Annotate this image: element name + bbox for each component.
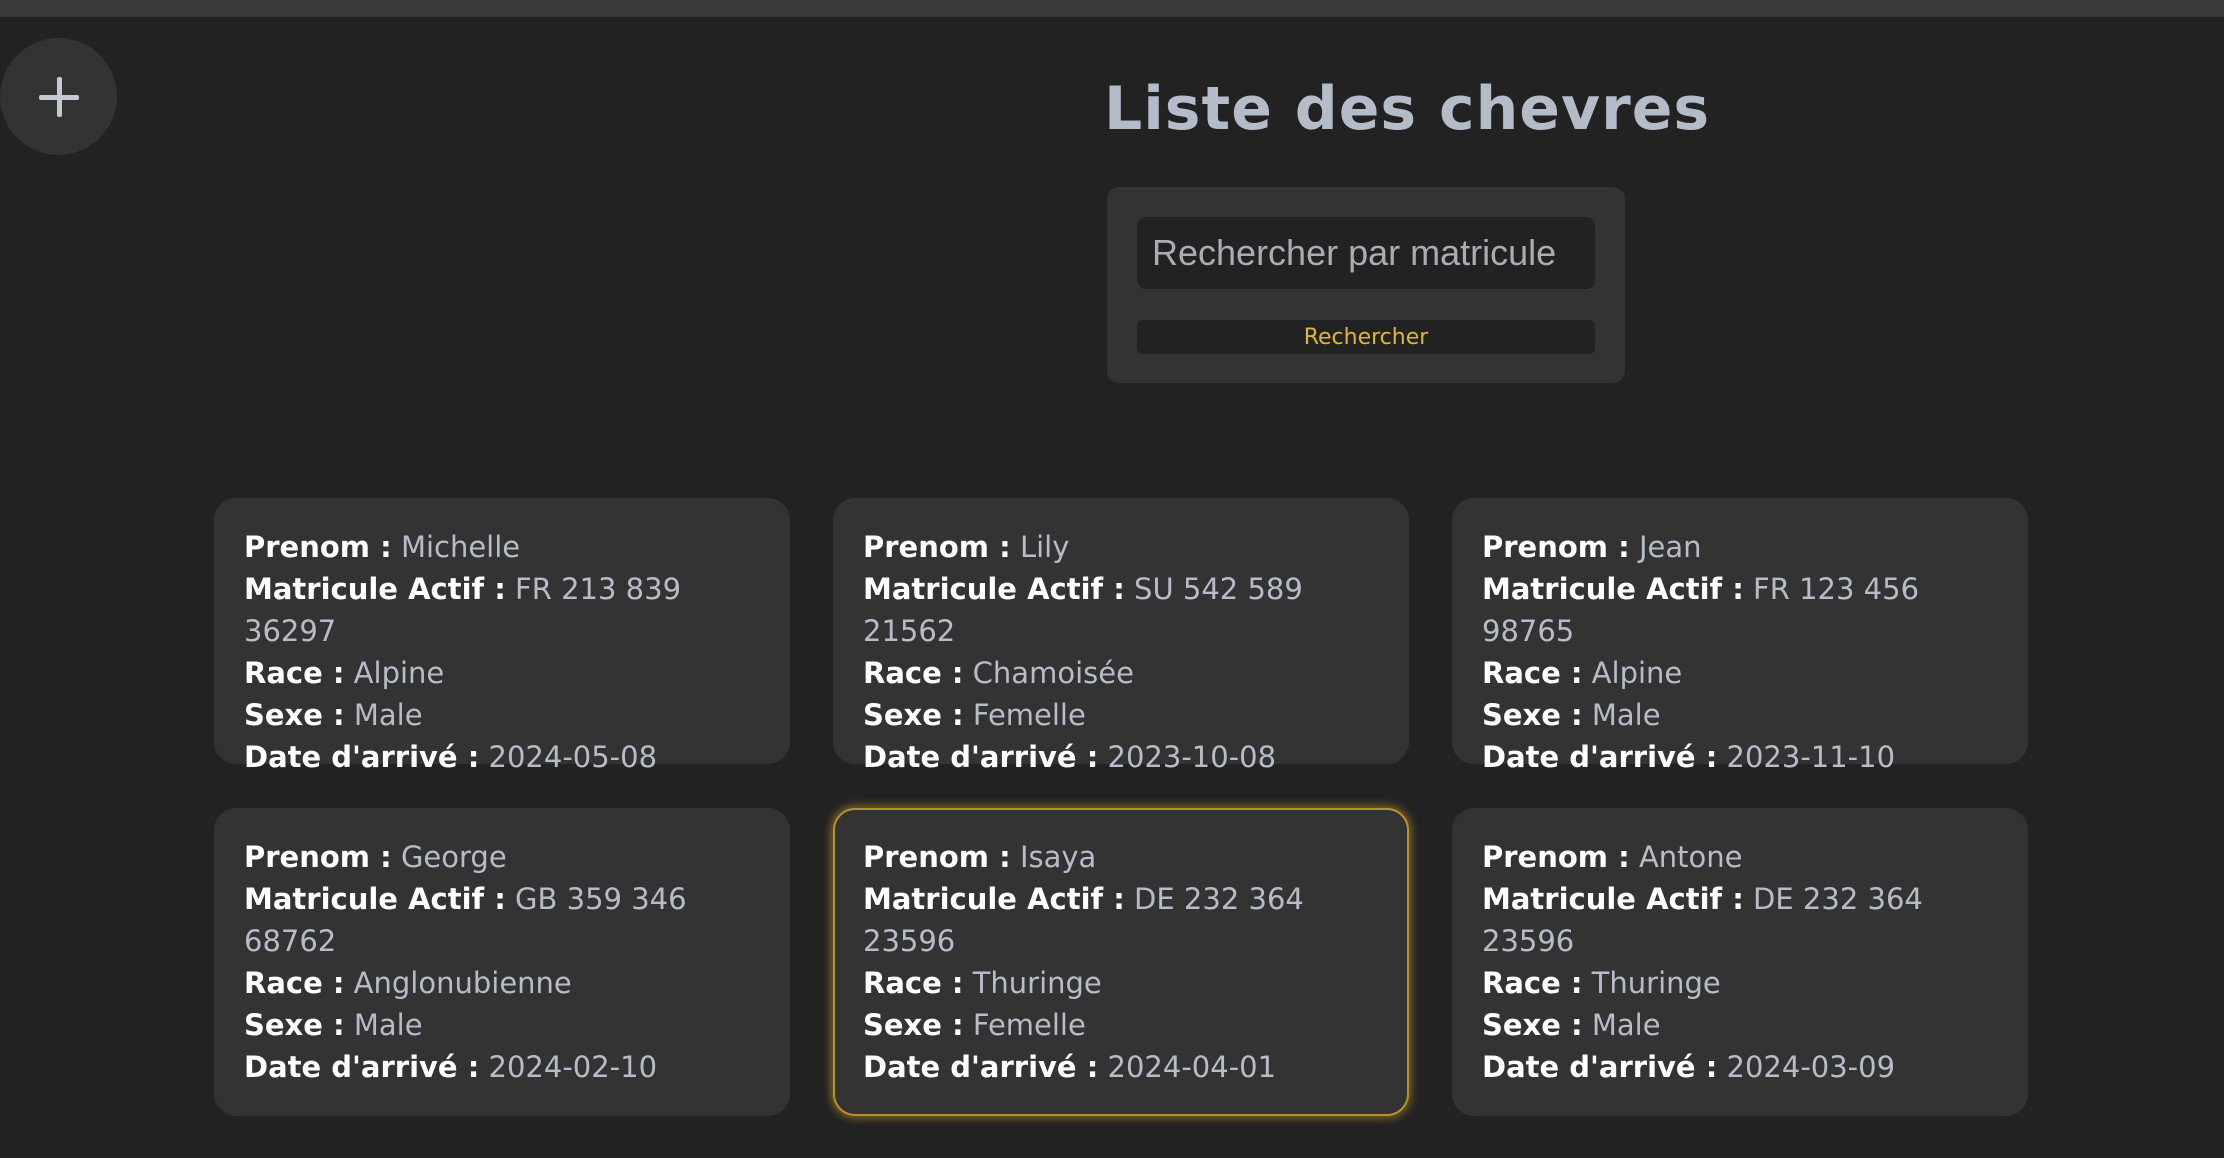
date-label: Date d'arrivé : — [1482, 740, 1718, 774]
matricule-label: Matricule Actif : — [863, 572, 1125, 606]
goat-card-grid: Prenom : Michelle Matricule Actif : FR 2… — [214, 498, 2028, 1116]
matricule-row: Matricule Actif : FR 123 456 98765 — [1482, 568, 1998, 652]
goat-card[interactable]: Prenom : George Matricule Actif : GB 359… — [214, 808, 790, 1116]
sexe-row: Sexe : Femelle — [863, 694, 1379, 736]
prenom-label: Prenom : — [244, 840, 392, 874]
date-label: Date d'arrivé : — [863, 740, 1099, 774]
date-value: 2023-11-10 — [1726, 740, 1896, 774]
goat-card[interactable]: Prenom : Lily Matricule Actif : SU 542 5… — [833, 498, 1409, 774]
race-value: Chamoisée — [972, 656, 1134, 690]
sexe-value: Male — [353, 698, 423, 732]
sexe-value: Male — [1591, 1008, 1661, 1042]
sexe-value: Male — [1591, 698, 1661, 732]
prenom-value: Isaya — [1019, 840, 1097, 874]
search-button[interactable]: Rechercher — [1137, 320, 1595, 354]
sexe-label: Sexe : — [244, 1008, 345, 1042]
date-value: 2024-05-08 — [488, 740, 658, 774]
prenom-row: Prenom : Lily — [863, 526, 1379, 568]
race-value: Alpine — [1591, 656, 1683, 690]
prenom-row: Prenom : Jean — [1482, 526, 1998, 568]
date-value: 2023-10-08 — [1107, 740, 1277, 774]
matricule-label: Matricule Actif : — [244, 882, 506, 916]
prenom-label: Prenom : — [1482, 530, 1630, 564]
goat-card-selected[interactable]: Prenom : Isaya Matricule Actif : DE 232 … — [833, 808, 1409, 1116]
prenom-value: Antone — [1638, 840, 1743, 874]
goat-card[interactable]: Prenom : Jean Matricule Actif : FR 123 4… — [1452, 498, 2028, 774]
race-row: Race : Thuringe — [863, 962, 1379, 1004]
sexe-label: Sexe : — [863, 698, 964, 732]
search-panel: Rechercher — [1107, 187, 1625, 383]
sexe-value: Male — [353, 1008, 423, 1042]
prenom-label: Prenom : — [1482, 840, 1630, 874]
sexe-label: Sexe : — [244, 698, 345, 732]
race-value: Thuringe — [972, 966, 1102, 1000]
sexe-row: Sexe : Femelle — [863, 1004, 1379, 1046]
prenom-value: George — [400, 840, 507, 874]
page-title: Liste des chevres — [1104, 74, 1711, 144]
date-label: Date d'arrivé : — [1482, 1050, 1718, 1084]
prenom-label: Prenom : — [244, 530, 392, 564]
race-row: Race : Alpine — [244, 652, 760, 694]
goat-card[interactable]: Prenom : Antone Matricule Actif : DE 232… — [1452, 808, 2028, 1116]
plus-icon — [38, 76, 79, 117]
prenom-row: Prenom : Michelle — [244, 526, 760, 568]
sexe-row: Sexe : Male — [1482, 694, 1998, 736]
prenom-label: Prenom : — [863, 530, 1011, 564]
date-row: Date d'arrivé : 2023-10-08 — [863, 736, 1379, 778]
matricule-label: Matricule Actif : — [1482, 572, 1744, 606]
race-label: Race : — [1482, 966, 1583, 1000]
sexe-row: Sexe : Male — [244, 694, 760, 736]
race-label: Race : — [1482, 656, 1583, 690]
sexe-row: Sexe : Male — [1482, 1004, 1998, 1046]
sexe-value: Femelle — [972, 1008, 1086, 1042]
race-row: Race : Anglonubienne — [244, 962, 760, 1004]
date-value: 2024-04-01 — [1107, 1050, 1277, 1084]
race-value: Thuringe — [1591, 966, 1721, 1000]
search-input[interactable] — [1137, 217, 1595, 289]
prenom-value: Michelle — [400, 530, 521, 564]
date-label: Date d'arrivé : — [244, 740, 480, 774]
race-label: Race : — [863, 656, 964, 690]
matricule-label: Matricule Actif : — [1482, 882, 1744, 916]
matricule-row: Matricule Actif : SU 542 589 21562 — [863, 568, 1379, 652]
prenom-value: Jean — [1638, 530, 1702, 564]
prenom-value: Lily — [1019, 530, 1070, 564]
sexe-row: Sexe : Male — [244, 1004, 760, 1046]
prenom-row: Prenom : Antone — [1482, 836, 1998, 878]
race-label: Race : — [863, 966, 964, 1000]
matricule-row: Matricule Actif : GB 359 346 68762 — [244, 878, 714, 962]
add-goat-button[interactable] — [0, 38, 117, 155]
prenom-row: Prenom : Isaya — [863, 836, 1379, 878]
sexe-label: Sexe : — [863, 1008, 964, 1042]
matricule-label: Matricule Actif : — [244, 572, 506, 606]
prenom-label: Prenom : — [863, 840, 1011, 874]
top-bar — [0, 0, 2224, 17]
matricule-label: Matricule Actif : — [863, 882, 1125, 916]
matricule-row: Matricule Actif : FR 213 839 36297 — [244, 568, 760, 652]
date-row: Date d'arrivé : 2024-03-09 — [1482, 1046, 1998, 1088]
race-label: Race : — [244, 966, 345, 1000]
date-row: Date d'arrivé : 2024-05-08 — [244, 736, 760, 778]
date-label: Date d'arrivé : — [863, 1050, 1099, 1084]
sexe-label: Sexe : — [1482, 698, 1583, 732]
race-row: Race : Chamoisée — [863, 652, 1379, 694]
race-row: Race : Alpine — [1482, 652, 1998, 694]
goat-card[interactable]: Prenom : Michelle Matricule Actif : FR 2… — [214, 498, 790, 774]
race-label: Race : — [244, 656, 345, 690]
date-value: 2024-02-10 — [488, 1050, 658, 1084]
date-row: Date d'arrivé : 2024-04-01 — [863, 1046, 1379, 1088]
date-row: Date d'arrivé : 2024-02-10 — [244, 1046, 760, 1088]
race-value: Anglonubienne — [353, 966, 572, 1000]
date-value: 2024-03-09 — [1726, 1050, 1896, 1084]
race-row: Race : Thuringe — [1482, 962, 1998, 1004]
date-label: Date d'arrivé : — [244, 1050, 480, 1084]
matricule-row: Matricule Actif : DE 232 364 23596 — [863, 878, 1379, 962]
date-row: Date d'arrivé : 2023-11-10 — [1482, 736, 1998, 778]
sexe-label: Sexe : — [1482, 1008, 1583, 1042]
prenom-row: Prenom : George — [244, 836, 760, 878]
sexe-value: Femelle — [972, 698, 1086, 732]
race-value: Alpine — [353, 656, 445, 690]
matricule-row: Matricule Actif : DE 232 364 23596 — [1482, 878, 1998, 962]
